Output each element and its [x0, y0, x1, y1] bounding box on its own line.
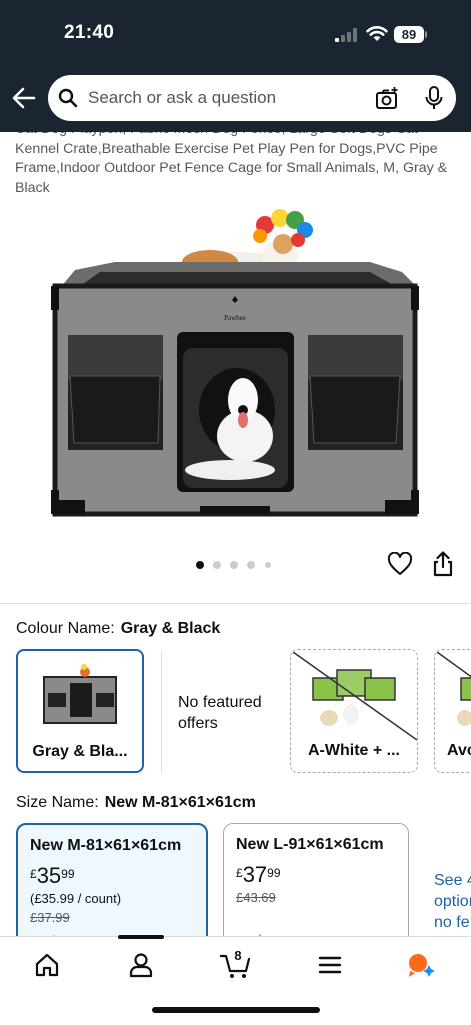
search-icon [58, 88, 78, 108]
was-price: £37.99 [30, 910, 70, 925]
wifi-icon [366, 26, 388, 41]
swatch-thumbnail [43, 664, 117, 724]
swatch-label: Avc [447, 742, 471, 759]
size-option-new-m[interactable]: New M-81×61×61cm £3599 (£35.99 / count) … [16, 823, 208, 953]
colour-selected-value: Gray & Black [120, 620, 221, 637]
colour-swatch-gray-black[interactable]: Gray & Bla... [16, 649, 144, 773]
size-option-price: £3599 [30, 863, 75, 889]
size-selected-value: New M-81×61×61cm [104, 794, 256, 811]
camera-search-icon[interactable] [375, 86, 399, 110]
colour-label: Colour Name: [16, 620, 115, 637]
cellular-signal-icon [335, 28, 357, 42]
account-icon[interactable] [127, 951, 155, 979]
price-fraction: 99 [61, 867, 75, 881]
swatch-separator [161, 652, 162, 772]
size-option-name: New L-91×61×61cm [236, 836, 384, 853]
price-whole: 35 [36, 863, 62, 888]
size-option-new-l[interactable]: New L-91×61×61cm £3799 £43.69 prime [223, 823, 409, 953]
search-header [0, 70, 471, 132]
battery-tip [425, 31, 427, 38]
carousel-dot[interactable] [213, 561, 221, 569]
nav-active-indicator [118, 935, 164, 939]
product-image[interactable]: Pawbee [40, 200, 430, 530]
was-price: £43.69 [236, 890, 276, 905]
share-icon[interactable] [432, 551, 454, 577]
menu-icon[interactable] [316, 951, 344, 979]
carousel-dot[interactable] [196, 561, 204, 569]
home-icon[interactable] [33, 951, 61, 979]
assistant-icon[interactable] [407, 951, 435, 979]
size-option-name: New M-81×61×61cm [30, 837, 182, 854]
colour-name-row: Colour Name: Gray & Black [16, 620, 220, 638]
price-currency: £ [30, 867, 37, 881]
battery-indicator: 89 [394, 26, 424, 43]
back-arrow-icon[interactable] [10, 84, 38, 112]
swatch-label: Gray & Bla... [32, 743, 128, 760]
size-option-price: £3799 [236, 862, 281, 888]
carousel-dot[interactable] [247, 561, 255, 569]
colour-swatch-avc[interactable]: Avc [434, 649, 471, 773]
bottom-nav: 8 [0, 935, 471, 1025]
brand-mark: Pawbee [224, 314, 246, 322]
carousel-dot[interactable] [265, 562, 271, 568]
price-whole: 37 [242, 862, 268, 887]
home-indicator [152, 1007, 320, 1013]
price-fraction: 99 [267, 866, 281, 880]
no-featured-offers-text: No featured offers [178, 694, 262, 732]
product-title-container: Cat Dog Playpen, Fabric Mesh Dog Fence, … [0, 132, 471, 198]
carousel-dot[interactable] [230, 561, 238, 569]
cart-count: 8 [234, 948, 242, 963]
see-more-options-link[interactable]: See 4 options no fe [434, 870, 471, 933]
colour-swatch-a-white[interactable]: A-White + ... [290, 649, 418, 773]
search-input[interactable] [88, 82, 358, 114]
product-title[interactable]: Cat Dog Playpen, Fabric Mesh Dog Fence, … [15, 132, 460, 198]
swatch-label: A-White + ... [308, 742, 400, 759]
section-divider [0, 603, 471, 604]
microphone-icon[interactable] [424, 86, 444, 110]
wishlist-heart-icon[interactable] [387, 552, 413, 576]
cart-button[interactable]: 8 [220, 948, 252, 979]
size-label: Size Name: [16, 794, 99, 811]
size-name-row: Size Name: New M-81×61×61cm [16, 794, 256, 812]
search-box[interactable] [48, 75, 456, 121]
status-time: 21:40 [64, 22, 115, 43]
status-bar: 21:40 89 [0, 0, 471, 70]
price-currency: £ [236, 866, 243, 880]
price-per-count: (£35.99 / count) [30, 891, 122, 906]
